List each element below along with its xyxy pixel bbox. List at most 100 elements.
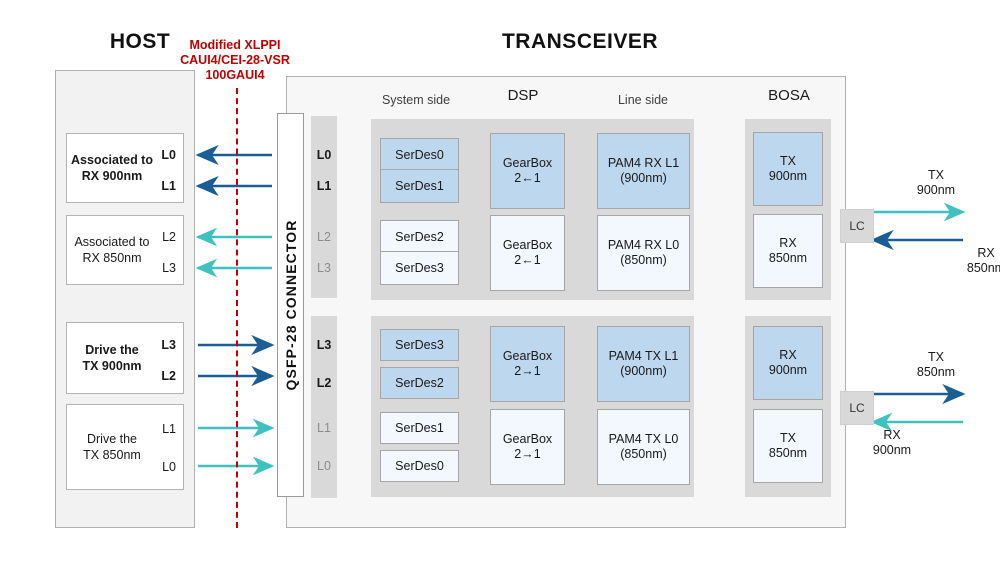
- pam4-tx-l0-line2: (850nm): [620, 447, 667, 461]
- lc-connector-top-label: LC: [849, 219, 865, 233]
- bosa-rx-900-block[interactable]: RX 900nm: [753, 326, 823, 400]
- page-title-transceiver: TRANSCEIVER: [501, 30, 659, 53]
- external-rx-850-line1: RX: [977, 246, 995, 260]
- bosa-tx-850-block[interactable]: TX 850nm: [753, 409, 823, 483]
- serdes3-tx-block[interactable]: SerDes3: [380, 329, 459, 361]
- external-tx-850-label: TX 850nm: [900, 350, 972, 380]
- interface-label-line1: Modified XLPPI: [189, 38, 281, 52]
- bosa-tx-900-text: TX 900nm: [769, 154, 807, 184]
- serdes3-tx-label: SerDes3: [395, 337, 444, 352]
- pam4-rx-l1-line1: PAM4 RX L1: [607, 156, 680, 170]
- strip-lane-l1-tx: L1: [317, 421, 331, 435]
- gearbox-rx-active-line1: GearBox: [502, 156, 553, 170]
- gearbox-tx-active-block[interactable]: GearBox 2→1: [490, 326, 565, 402]
- bosa-tx-850-text: TX 850nm: [769, 431, 807, 461]
- gearbox-rx-active-line2: 2←1: [514, 171, 541, 185]
- bosa-tx-900-line1: TX: [780, 154, 796, 168]
- bosa-tx-900-line2: 900nm: [768, 169, 808, 183]
- strip-lane-l3: L3: [317, 261, 331, 275]
- host-box-tx900[interactable]: Drive the TX 900nm L3 L2: [66, 322, 184, 394]
- bosa-tx-850-line2: 850nm: [768, 446, 808, 460]
- gearbox-tx-active-text: GearBox 2→1: [503, 349, 552, 379]
- host-box-tx900-line2: TX 900nm: [82, 359, 142, 373]
- lc-connector-bottom[interactable]: LC: [840, 391, 874, 425]
- bosa-rx-850-text: RX 850nm: [769, 236, 807, 266]
- host-lane-l3: L3: [162, 261, 176, 275]
- gearbox-rx-active-text: GearBox 2←1: [503, 156, 552, 186]
- gearbox-rx-active-block[interactable]: GearBox 2←1: [490, 133, 565, 209]
- host-box-rx850[interactable]: Associated to RX 850nm L2 L3: [66, 215, 184, 285]
- bosa-rx-850-block[interactable]: RX 850nm: [753, 214, 823, 288]
- pam4-rx-l1-block[interactable]: PAM4 RX L1 (900nm): [597, 133, 690, 209]
- gearbox-rx-inactive-line1: GearBox: [502, 238, 553, 252]
- external-rx-900-label: RX 900nm: [856, 428, 928, 458]
- gearbox-rx-inactive-block[interactable]: GearBox 2←1: [490, 215, 565, 291]
- serdes0-rx-block[interactable]: SerDes0: [380, 138, 459, 172]
- gearbox-tx-inactive-line1: GearBox: [502, 432, 553, 446]
- serdes0-tx-block[interactable]: SerDes0: [380, 450, 459, 482]
- strip-lane-l2: L2: [317, 230, 331, 244]
- serdes1-rx-block[interactable]: SerDes1: [380, 169, 459, 203]
- lane-strip-rx: L0 L1 L2 L3: [311, 116, 337, 298]
- pam4-tx-l1-block[interactable]: PAM4 TX L1 (900nm): [597, 326, 690, 402]
- lc-connector-top[interactable]: LC: [840, 209, 874, 243]
- serdes2-tx-block[interactable]: SerDes2: [380, 367, 459, 399]
- interface-label-line2: CAUI4/CEI-28-VSR: [180, 53, 290, 67]
- qsfp28-connector-label: QSFP-28 CONNECTOR: [282, 219, 299, 391]
- pam4-tx-l0-block[interactable]: PAM4 TX L0 (850nm): [597, 409, 690, 485]
- serdes2-rx-block[interactable]: SerDes2: [380, 220, 459, 254]
- label-system-side: System side: [381, 93, 451, 107]
- serdes1-tx-block[interactable]: SerDes1: [380, 412, 459, 444]
- bosa-tx-850-line1: TX: [780, 431, 796, 445]
- gearbox-tx-inactive-block[interactable]: GearBox 2→1: [490, 409, 565, 485]
- bosa-rx-900-text: RX 900nm: [769, 348, 807, 378]
- external-rx-900-line2: 900nm: [872, 443, 912, 457]
- label-dsp: DSP: [507, 87, 539, 104]
- label-line-side: Line side: [617, 93, 669, 107]
- bosa-rx-850-line1: RX: [779, 236, 797, 250]
- gearbox-tx-active-line1: GearBox: [502, 349, 553, 363]
- external-rx-900-line1: RX: [883, 428, 901, 442]
- gearbox-tx-active-line2: 2→1: [514, 364, 541, 378]
- host-box-rx900[interactable]: Associated to RX 900nm L0 L1: [66, 133, 184, 203]
- host-box-rx850-line1: Associated to: [74, 235, 150, 249]
- host-lane-l0-tx: L0: [162, 460, 176, 474]
- pam4-tx-l0-line1: PAM4 TX L0: [608, 432, 679, 446]
- serdes1-tx-label: SerDes1: [395, 420, 444, 435]
- pam4-tx-l0-text: PAM4 TX L0 (850nm): [609, 432, 679, 462]
- pam4-rx-l0-line2: (850nm): [620, 253, 667, 267]
- pam4-rx-l0-text: PAM4 RX L0 (850nm): [608, 238, 679, 268]
- host-box-rx900-line2: RX 900nm: [81, 169, 143, 183]
- host-box-tx850[interactable]: Drive the TX 850nm L1 L0: [66, 404, 184, 490]
- gearbox-tx-inactive-text: GearBox 2→1: [503, 432, 552, 462]
- external-tx-850-line1: TX: [928, 350, 944, 364]
- serdes3-rx-label: SerDes3: [395, 260, 444, 275]
- qsfp28-connector[interactable]: QSFP-28 CONNECTOR: [277, 113, 304, 497]
- host-lane-l2: L2: [162, 230, 176, 244]
- gearbox-rx-inactive-line2: 2←1: [514, 253, 541, 267]
- host-lane-l2-tx: L2: [161, 369, 176, 383]
- external-rx-850-label: RX 850nm: [950, 246, 1000, 276]
- host-box-tx900-line1: Drive the: [85, 343, 139, 357]
- host-box-tx850-line2: TX 850nm: [83, 448, 141, 462]
- lane-strip-tx: L3 L2 L1 L0: [311, 316, 337, 498]
- external-rx-850-line2: 850nm: [966, 261, 1000, 275]
- serdes0-tx-label: SerDes0: [395, 458, 444, 473]
- pam4-tx-l1-line1: PAM4 TX L1: [608, 349, 679, 363]
- pam4-tx-l1-line2: (900nm): [620, 364, 667, 378]
- serdes0-rx-label: SerDes0: [395, 147, 444, 162]
- pam4-rx-l0-line1: PAM4 RX L0: [607, 238, 680, 252]
- pam4-rx-l0-block[interactable]: PAM4 RX L0 (850nm): [597, 215, 690, 291]
- external-tx-850-line2: 850nm: [916, 365, 956, 379]
- host-lane-l3-tx: L3: [161, 338, 176, 352]
- interface-boundary-line: [236, 88, 238, 528]
- serdes3-rx-block[interactable]: SerDes3: [380, 251, 459, 285]
- host-box-rx900-line1: Associated to: [71, 153, 153, 167]
- bosa-rx-900-line2: 900nm: [768, 363, 808, 377]
- pam4-rx-l1-text: PAM4 RX L1 (900nm): [608, 156, 679, 186]
- serdes2-rx-label: SerDes2: [395, 229, 444, 244]
- external-tx-900-line2: 900nm: [916, 183, 956, 197]
- gearbox-rx-inactive-text: GearBox 2←1: [503, 238, 552, 268]
- bosa-tx-900-block[interactable]: TX 900nm: [753, 132, 823, 206]
- gearbox-tx-inactive-line2: 2→1: [514, 447, 541, 461]
